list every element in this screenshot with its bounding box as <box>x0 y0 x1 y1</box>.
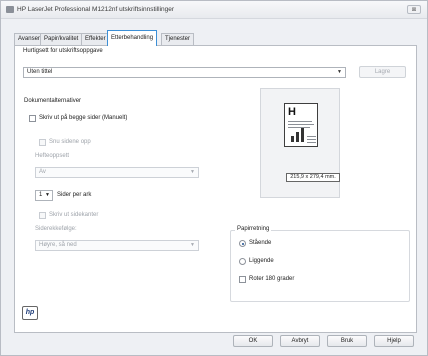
preview-chart-bar <box>301 128 304 142</box>
apply-button[interactable]: Bruk <box>327 335 367 347</box>
print-borders-checkbox[interactable] <box>39 212 46 219</box>
shortcuts-value: Uten tittel <box>27 69 53 75</box>
tab-tjenester[interactable]: Tjenester <box>161 33 195 45</box>
duplex-checkbox[interactable] <box>29 115 36 122</box>
preview-text-line <box>288 127 310 128</box>
paper-size-label: 215,9 x 279,4 mm. <box>286 173 340 182</box>
preview-chart-bar <box>291 136 294 142</box>
chevron-down-icon: ▼ <box>337 69 342 75</box>
booklet-layout-select[interactable]: Av ▼ <box>35 167 199 178</box>
chevron-down-icon: ▼ <box>190 242 195 248</box>
hp-logo: hp <box>22 306 38 320</box>
page-order-select[interactable]: Høyre, så ned ▼ <box>35 240 199 251</box>
document-options-title: Dokumentalternativer <box>22 98 84 104</box>
preview-chart-bar <box>296 132 299 142</box>
title-bar: HP LaserJet Professional M1212nf utskrif… <box>1 1 427 19</box>
pages-per-sheet-value: 1 <box>39 192 43 198</box>
flip-pages-checkbox[interactable] <box>39 139 46 146</box>
booklet-layout-value: Av <box>39 169 46 175</box>
save-button[interactable]: Lagre <box>359 66 406 78</box>
printing-preferences-dialog: HP LaserJet Professional M1212nf utskrif… <box>0 0 428 356</box>
shortcuts-label: Hurtigsett for utskriftsoppgave <box>23 48 103 54</box>
shortcuts-select[interactable]: Uten tittel ▼ <box>23 67 346 78</box>
cancel-button[interactable]: Avbryt <box>280 335 320 347</box>
rotate-180-checkbox[interactable] <box>239 276 246 283</box>
help-button[interactable]: Hjelp <box>374 335 414 347</box>
landscape-radio[interactable] <box>239 258 246 265</box>
tab-etterbehandling[interactable]: Etterbehandling <box>107 30 158 46</box>
page-preview: H 215,9 x 279,4 mm. <box>260 88 340 198</box>
close-button[interactable]: ⊠ <box>407 5 421 14</box>
pages-per-sheet-select[interactable]: 1 ▼ <box>35 190 53 201</box>
window-title: HP LaserJet Professional M1212nf utskrif… <box>17 6 175 13</box>
page-order-label: Siderekkefølge: <box>35 226 77 232</box>
tab-papir-kvalitet[interactable]: Papir/kvalitet <box>40 33 83 45</box>
preview-text-line <box>307 139 316 140</box>
flip-pages-label: Snu sidene opp <box>49 139 91 145</box>
page-order-value: Høyre, så ned <box>39 242 77 248</box>
tab-panel-etterbehandling: Hurtigsett for utskriftsoppgave Uten tit… <box>14 45 417 333</box>
chevron-down-icon: ▼ <box>190 169 195 175</box>
print-borders-label: Skriv ut sidekanter <box>49 212 99 218</box>
booklet-layout-label: Heftеoppsett <box>35 153 70 159</box>
duplex-label: Skriv ut på begge sider (Manuelt) <box>39 115 128 121</box>
portrait-label: Stående <box>249 240 272 246</box>
orientation-title: Papirretning <box>235 226 272 232</box>
ok-button[interactable]: OK <box>233 335 273 347</box>
rotate-180-label: Roter 180 grader <box>249 276 295 282</box>
preview-text-line <box>288 124 314 125</box>
preview-page: H <box>284 103 318 147</box>
preview-heading-glyph: H <box>288 106 296 118</box>
portrait-radio[interactable] <box>239 240 246 247</box>
chevron-down-icon: ▼ <box>45 192 50 198</box>
tab-effekter[interactable]: Effekter <box>81 33 110 45</box>
preview-text-line <box>307 136 316 137</box>
pages-per-sheet-label: Sider per ark <box>57 192 92 198</box>
preview-text-line <box>307 142 316 143</box>
landscape-label: Liggende <box>249 258 274 264</box>
preview-text-line <box>288 121 312 122</box>
printer-icon <box>6 6 14 13</box>
